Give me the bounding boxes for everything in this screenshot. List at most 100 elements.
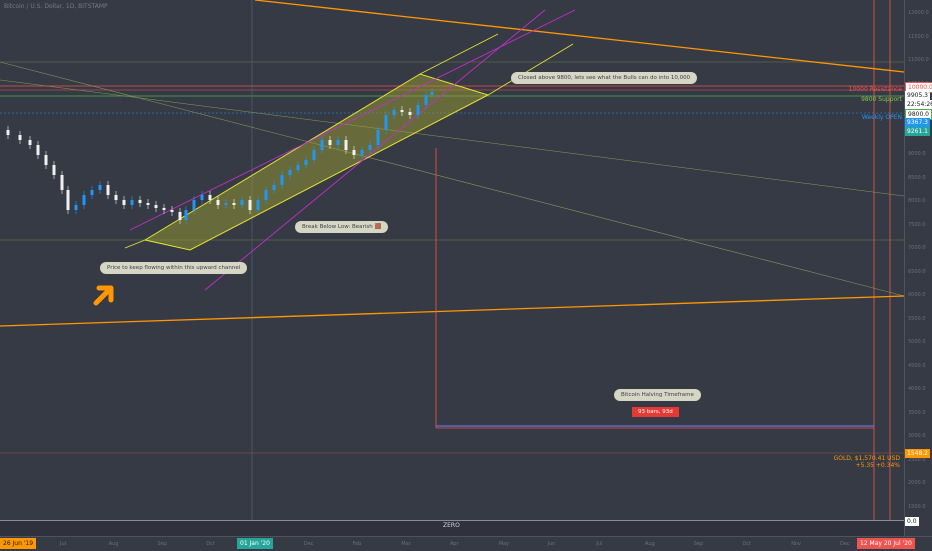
price-tick: 6500.0: [908, 268, 926, 275]
time-tick: Aug: [108, 541, 119, 547]
time-end-label: 12 May 20 Jul '20: [857, 538, 915, 549]
candle-body: [122, 200, 126, 205]
time-tick: Jul: [596, 541, 603, 547]
candle-body: [192, 200, 196, 210]
zero-line-pane: ZERO: [0, 520, 904, 537]
candle-body: [114, 195, 118, 200]
candle-body: [60, 175, 64, 190]
candle-body: [106, 185, 110, 195]
time-tick: Oct: [206, 541, 215, 547]
chart-pane[interactable]: Bitcoin / U.S. Dollar, 1D, BITSTAMP Clos…: [0, 0, 904, 520]
price-tick: 7500.0: [908, 221, 926, 228]
price-tick: 4500.0: [908, 362, 926, 369]
candle-body: [36, 145, 40, 155]
price-tick: 1500.0: [908, 503, 926, 510]
candle-body: [296, 165, 300, 170]
price-axis[interactable]: 12000.011500.011000.010500.010000.09500.…: [904, 0, 932, 536]
candle-body: [138, 200, 142, 203]
candle-body: [352, 150, 356, 155]
price-tick: 2000.0: [908, 480, 926, 486]
candle-body: [130, 200, 134, 205]
candle-body: [170, 210, 174, 212]
orange-uptrend-line[interactable]: [0, 295, 904, 327]
price-tick: 5000.0: [908, 339, 926, 345]
channel-extension-lower[interactable]: [487, 43, 574, 96]
candle-body: [408, 112, 412, 115]
zero-label: ZERO: [443, 522, 460, 529]
countdown-label: 22:54:26: [905, 100, 932, 109]
orange-downtrend-line[interactable]: [254, 0, 904, 73]
candle-body: [98, 185, 102, 190]
candle-body: [376, 130, 380, 145]
price-channel-note[interactable]: Price to keep flowing within this upward…: [100, 262, 248, 274]
candle-body: [344, 140, 348, 150]
candle-body: [178, 212, 182, 220]
candle-body: [248, 200, 252, 210]
tradingview-window: Bitcoin / U.S. Dollar, 1D, BITSTAMP Clos…: [0, 0, 932, 551]
support-text: 9800 Support: [861, 96, 902, 103]
candle-body: [336, 140, 340, 145]
price-tick: 6000.0: [908, 292, 926, 298]
candle-body: [18, 135, 22, 140]
closed-above-note[interactable]: Closed above 9800, lets see what the Bul…: [511, 72, 698, 84]
chart-canvas[interactable]: [0, 0, 904, 520]
candle-body: [280, 175, 284, 185]
price-tick: 5500.0: [908, 315, 926, 322]
magenta-trend-line-1[interactable]: [129, 9, 576, 231]
last-price-label: 9905.3: [905, 91, 930, 100]
candle-body: [430, 92, 434, 95]
break-below-note[interactable]: Break Below Low: Bearish 🟫: [295, 221, 389, 233]
candle-body: [400, 110, 404, 112]
candle-body: [272, 185, 276, 190]
time-tick: Apr: [450, 541, 459, 547]
gold-info-line2: +5.35 +0.34%: [855, 462, 900, 469]
halving-timeframe-note[interactable]: Bitcoin Halving Timeframe: [614, 389, 701, 401]
candle-body: [232, 203, 236, 205]
candle-body: [240, 200, 244, 205]
candle-body: [184, 210, 188, 220]
candle-body: [90, 190, 94, 195]
time-tick: Dec: [303, 541, 314, 547]
time-tick: Nov: [791, 541, 802, 547]
time-axis[interactable]: Jul Aug Sep Oct Dec Feb Mar Apr May Jun Jul Aug Sep O…: [0, 536, 932, 551]
time-tick: Aug: [645, 541, 655, 547]
time-tick: Oct: [742, 541, 752, 547]
price-tick: 4000.0: [908, 386, 926, 392]
weekly-open-label-2: 9261.1: [905, 127, 930, 136]
candle-body: [6, 130, 10, 135]
candle-body: [312, 150, 316, 160]
candle-body: [162, 208, 166, 210]
time-tick: Sep: [693, 541, 704, 547]
zero-price-label: 0.0: [905, 517, 919, 526]
price-tick: 8000.0: [908, 198, 926, 204]
price-tick: 7000.0: [908, 245, 926, 251]
price-tick: 8500.0: [908, 174, 926, 181]
channel-top-extension: [124, 239, 146, 249]
time-start-label: 26 Jun '19: [0, 538, 37, 549]
candle-body: [216, 200, 220, 205]
time-tick: May: [498, 541, 510, 547]
gold-price-label: 1548.2: [905, 449, 930, 458]
orange-arrow-icon: [93, 285, 114, 306]
time-tick: Jul: [60, 541, 67, 547]
price-tick: 9000.0: [908, 151, 926, 157]
candle-body: [154, 205, 158, 208]
price-tick: 3000.0: [908, 433, 926, 439]
candle-body: [208, 195, 212, 200]
candle-body: [416, 105, 420, 115]
candle-body: [328, 140, 332, 145]
candle-body: [320, 140, 324, 150]
halving-range-badge: 93 bars, 93d: [632, 407, 679, 417]
price-tick: 11500.0: [908, 33, 929, 40]
chart-title: Bitcoin / U.S. Dollar, 1D, BITSTAMP: [4, 3, 108, 10]
weekly-open-label-1: 9367.3: [905, 118, 930, 127]
price-tick: 3500.0: [908, 409, 926, 416]
magenta-trend-line-2[interactable]: [204, 9, 546, 291]
time-mid-label: 01 Jan '20: [237, 538, 273, 549]
candle-body: [304, 160, 308, 165]
price-tick: 11000.0: [908, 57, 929, 63]
candle-body: [384, 115, 388, 130]
candle-body: [200, 195, 204, 200]
candle-body: [66, 190, 70, 210]
candle-body: [224, 203, 228, 205]
